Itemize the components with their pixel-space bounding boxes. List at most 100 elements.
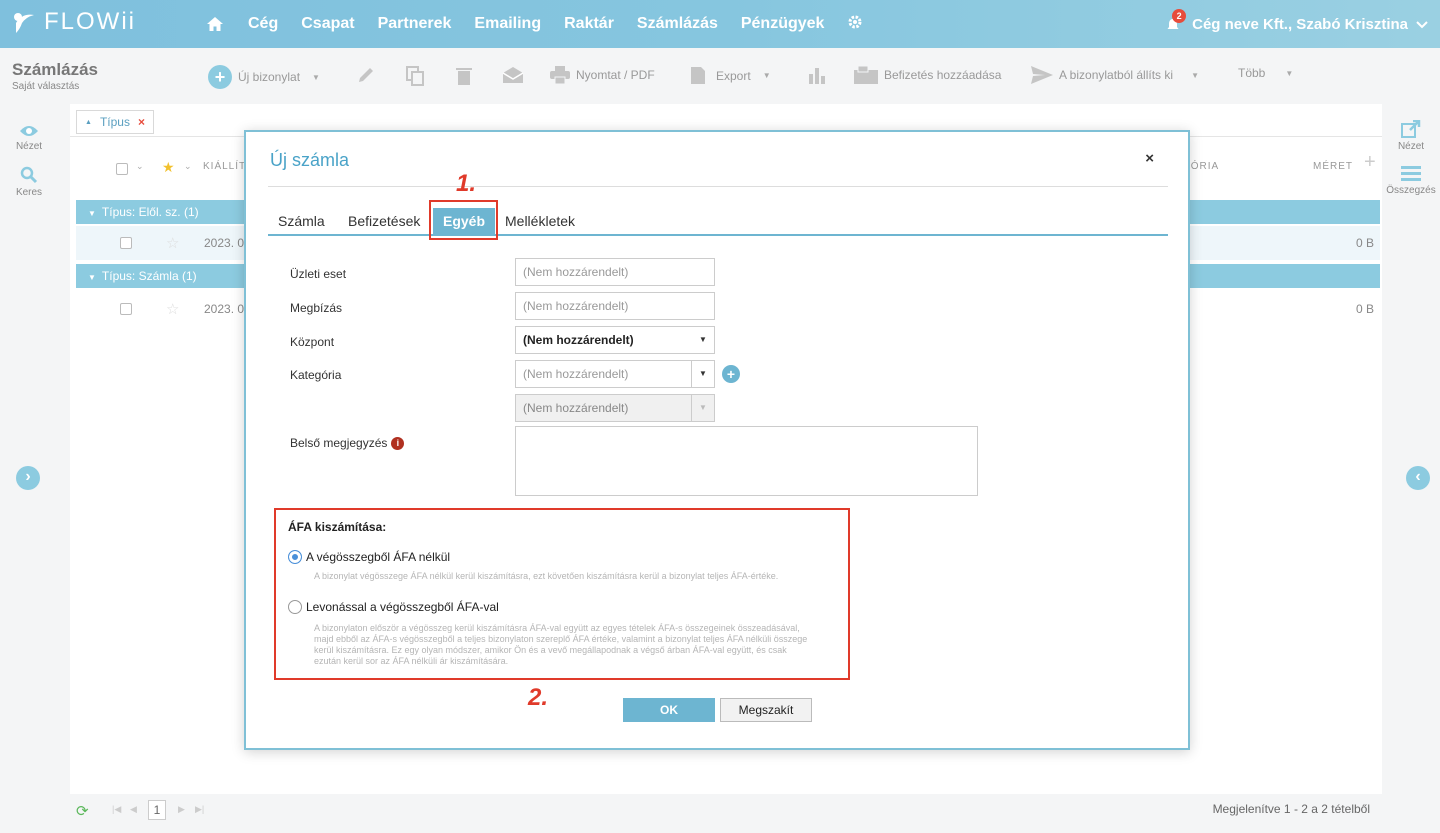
cancel-button[interactable]: Megszakít	[720, 698, 812, 722]
last-page-icon[interactable]: ▶|	[195, 804, 204, 815]
refresh-icon[interactable]: ⟳	[76, 802, 89, 820]
info-icon[interactable]: i	[391, 437, 405, 450]
assignment-label: Megbízás	[290, 301, 343, 315]
internal-note-text: Belső megjegyzés	[290, 436, 388, 450]
list-icon	[1401, 166, 1421, 181]
collapse-icon: ▼	[88, 209, 96, 218]
user-name[interactable]: Cég neve Kft., Szabó Krisztina	[1192, 16, 1408, 33]
new-document-label: Új bizonylat	[238, 70, 301, 84]
view-button[interactable]: Nézet	[0, 124, 58, 152]
toolbar: Számlázás Saját választás + Új bizonylat…	[0, 48, 1440, 104]
star-icon[interactable]: ☆	[166, 300, 179, 318]
email-open-icon[interactable]	[502, 66, 524, 84]
add-payment-button[interactable]: Befizetés hozzáadása	[854, 66, 1001, 84]
nav-ceg[interactable]: Cég	[248, 15, 278, 33]
nav-penzugyek[interactable]: Pénzügyek	[741, 15, 825, 33]
vat-option-without-vat-radio[interactable]	[288, 550, 302, 564]
assignment-input[interactable]: (Nem hozzárendelt)	[515, 292, 715, 320]
chevron-down-icon[interactable]: ⌄	[184, 161, 192, 172]
cash-register-icon	[854, 66, 878, 84]
chevron-down-icon[interactable]	[1416, 17, 1428, 32]
pager-summary: Megjelenítve 1 - 2 a 2 tételből	[1212, 802, 1370, 816]
remove-filter-icon[interactable]: ×	[138, 115, 145, 129]
star-icon[interactable]: ☆	[166, 234, 179, 252]
tab-befizetesek[interactable]: Befizetések	[348, 213, 420, 229]
export-button[interactable]: Export ▼	[690, 66, 771, 85]
center-select[interactable]: (Nem hozzárendelt) ▼	[515, 326, 715, 354]
annotation-step-2: 2.	[528, 684, 549, 711]
plus-circle-icon: +	[208, 65, 232, 89]
prev-page-icon[interactable]: ◀	[130, 804, 137, 815]
home-icon[interactable]	[206, 16, 224, 32]
row-checkbox[interactable]	[120, 303, 132, 315]
list-footer: ⟳ |◀ ◀ 1 ▶ ▶| Megjelenítve 1 - 2 a 2 tét…	[70, 794, 1382, 828]
search-button[interactable]: Keres	[0, 166, 58, 198]
internal-note-textarea[interactable]	[515, 426, 978, 496]
settings-gear-icon[interactable]	[847, 14, 863, 35]
caret-down-icon[interactable]: ▼	[692, 361, 714, 387]
center-label: Központ	[290, 335, 335, 349]
category-placeholder: (Nem hozzárendelt)	[523, 367, 629, 381]
row-checkbox[interactable]	[120, 237, 132, 249]
create-from-document-button[interactable]: A bizonylatból állíts ki ▼	[1031, 66, 1199, 84]
first-page-icon[interactable]: |◀	[112, 804, 121, 815]
close-icon[interactable]: ×	[1145, 150, 1154, 167]
trash-icon[interactable]	[456, 66, 472, 85]
more-button[interactable]: Több ▼	[1238, 66, 1293, 80]
caret-down-icon: ▼	[699, 403, 707, 412]
business-case-input[interactable]: (Nem hozzárendelt)	[515, 258, 715, 286]
nav-partnerek[interactable]: Partnerek	[378, 15, 452, 33]
caret-down-icon: ▼	[762, 71, 771, 80]
edit-pencil-icon[interactable]	[357, 66, 375, 84]
page-number-input[interactable]: 1	[148, 800, 166, 820]
business-case-label: Üzleti eset	[290, 267, 347, 281]
star-filter-icon[interactable]: ★	[162, 159, 175, 176]
category-combobox[interactable]: (Nem hozzárendelt) ▼	[515, 360, 715, 388]
left-rail: Nézet Keres ›	[0, 104, 58, 833]
divider	[268, 186, 1168, 187]
nav-csapat[interactable]: Csapat	[301, 15, 354, 33]
caret-down-icon: ▼	[699, 335, 707, 344]
sort-up-icon: ▲	[85, 118, 92, 126]
chevron-down-icon[interactable]: ⌄	[136, 161, 144, 172]
vat-option-with-vat-label[interactable]: Levonással a végösszegből ÁFA-val	[306, 600, 499, 614]
logo-text: FLOWii	[44, 8, 136, 35]
nav-raktar[interactable]: Raktár	[564, 15, 614, 33]
group-label: Típus: Számla (1)	[101, 269, 197, 283]
vat-calculation-section: ÁFA kiszámítása: A végösszegből ÁFA nélk…	[274, 508, 850, 680]
filter-chip-type[interactable]: ▲ Típus ×	[76, 110, 154, 134]
add-category-icon[interactable]: +	[722, 365, 740, 383]
new-document-button[interactable]: + Új bizonylat ▼	[208, 65, 320, 89]
stats-bar-chart-icon[interactable]	[808, 66, 826, 84]
nav-emailing[interactable]: Emailing	[474, 15, 541, 33]
vat-option-with-vat-radio[interactable]	[288, 600, 302, 614]
notification-bell-icon[interactable]: 2	[1166, 9, 1187, 33]
summary-label: Összegzés	[1386, 185, 1436, 196]
ok-button[interactable]: OK	[623, 698, 715, 722]
top-navbar: FLOWii Cég Csapat Partnerek Emailing Rak…	[0, 0, 1440, 48]
dialog-tabs: Számla Befizetések Egyéb Mellékletek	[268, 208, 1168, 236]
column-size[interactable]: MÉRET	[1313, 161, 1353, 172]
row-date: 2023. 0	[204, 302, 245, 316]
vat-option-with-vat-description: A bizonylaton először a végösszeg kerül …	[314, 623, 808, 666]
collapse-icon: ▼	[88, 273, 96, 282]
tab-szamla[interactable]: Számla	[278, 213, 325, 229]
logo[interactable]: FLOWii	[12, 8, 136, 36]
print-pdf-button[interactable]: Nyomtat / PDF	[550, 66, 655, 84]
vat-option-without-vat-description: A bizonylat végösszege ÁFA nélkül kerül …	[314, 571, 779, 581]
summary-button[interactable]: Összegzés	[1382, 166, 1440, 196]
chevron-right-icon[interactable]: ›	[16, 466, 40, 490]
copy-icon[interactable]	[406, 66, 424, 86]
select-all-checkbox[interactable]	[116, 163, 128, 175]
tab-mellekletek[interactable]: Mellékletek	[505, 213, 575, 229]
next-page-icon[interactable]: ▶	[178, 804, 185, 815]
page-subtitle[interactable]: Saját választás	[12, 81, 79, 92]
add-column-icon[interactable]: +	[1364, 151, 1376, 174]
chevron-left-icon[interactable]: ‹	[1406, 466, 1430, 490]
user-area: 2 Cég neve Kft., Szabó Krisztina	[1166, 0, 1428, 48]
nav-szamlazas[interactable]: Számlázás	[637, 15, 718, 33]
vat-option-without-vat-label[interactable]: A végösszegből ÁFA nélkül	[306, 550, 450, 564]
subcategory-placeholder: (Nem hozzárendelt)	[523, 401, 629, 415]
row-date: 2023. 0	[204, 236, 245, 250]
view-right-button[interactable]: Nézet	[1382, 119, 1440, 152]
